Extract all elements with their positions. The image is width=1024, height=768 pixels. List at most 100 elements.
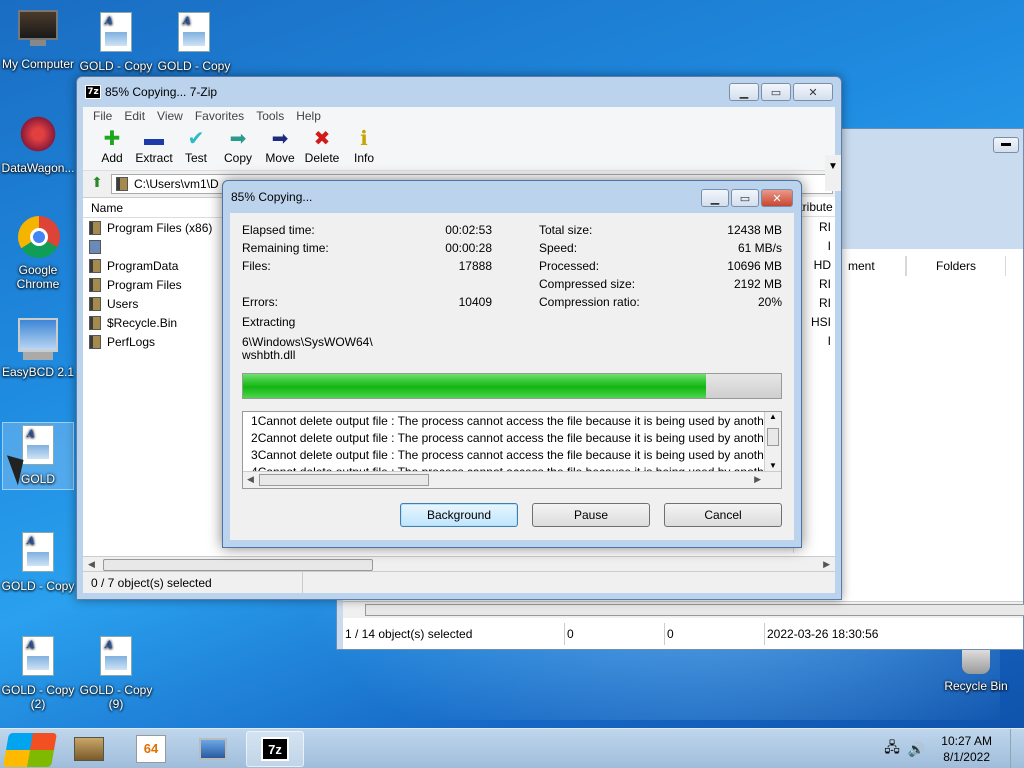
menu-file[interactable]: File — [87, 107, 118, 125]
address-dropdown-arrow[interactable]: ▼ — [825, 155, 841, 191]
minimize-icon: ▁ — [739, 86, 749, 99]
horizontal-scrollbar[interactable]: ◀ ▶ — [243, 471, 781, 488]
scroll-right-icon[interactable]: ▶ — [823, 559, 830, 570]
background-button[interactable]: Background — [400, 503, 518, 527]
volume-icon[interactable]: 🔊 — [908, 741, 925, 758]
folder-icon — [89, 258, 101, 273]
toolbar-test-button[interactable]: ✔ Test — [175, 125, 217, 170]
status-size: 0 — [565, 623, 665, 645]
folder-icon — [89, 220, 101, 235]
desktop-icon-gold-copy-5[interactable]: GOLD - Copy (9) — [78, 634, 154, 711]
desktop-icon-gold-copy-1[interactable]: GOLD - Copy — [78, 10, 154, 73]
toolbar-info-button[interactable]: ℹ Info — [343, 125, 385, 170]
scrollbar-thumb[interactable] — [259, 474, 429, 486]
taskbar-computer-button[interactable] — [184, 731, 242, 767]
clock[interactable]: 10:27 AM 8/1/2022 — [931, 733, 1010, 765]
status-bar: 1 / 14 object(s) selected 0 0 2022-03-26… — [343, 623, 1023, 645]
address-path: C:\Users\vm1\D — [134, 177, 219, 191]
scrollbar-thumb[interactable] — [767, 428, 779, 446]
menu-favorites[interactable]: Favorites — [189, 107, 250, 125]
maximize-button[interactable]: ▭ — [761, 83, 791, 101]
menu-tools[interactable]: Tools — [250, 107, 290, 125]
file-name: ProgramData — [107, 258, 179, 273]
toolbar-label: Info — [353, 151, 374, 165]
dialog-close-button[interactable]: ✕ — [761, 189, 793, 207]
minimize-button[interactable]: ▁ — [729, 83, 759, 101]
toolbar-copy-button[interactable]: ➡ Copy — [217, 125, 259, 170]
scroll-left-icon[interactable]: ◀ — [247, 474, 254, 485]
vertical-scrollbar[interactable]: ▲ ▼ — [764, 412, 781, 472]
computer-app-icon — [199, 738, 227, 760]
menu-view[interactable]: View — [151, 107, 189, 125]
desktop-icon-datawagon[interactable]: DataWagon... — [0, 114, 76, 175]
toolbar-delete-button[interactable]: ✖ Delete — [301, 125, 343, 170]
menu-edit[interactable]: Edit — [118, 107, 151, 125]
dialog-title: 85% Copying... — [231, 190, 313, 204]
desktop-icon-chrome[interactable]: Google Chrome — [0, 216, 76, 291]
minimize-button[interactable]: ▬ — [993, 137, 1019, 153]
files-label: Files: — [242, 259, 271, 273]
system-tray: 🖧 🔊 10:27 AM 8/1/2022 — [884, 729, 1024, 768]
plus-icon: ✚ — [103, 128, 121, 150]
start-button[interactable] — [2, 729, 57, 768]
error-message-row[interactable]: 3 Cannot delete output file : The process… — [243, 446, 781, 463]
title-bar[interactable]: 7z 85% Copying... 7-Zip ▁ ▭ ✕ — [77, 77, 841, 107]
status-packed: 0 — [665, 623, 765, 645]
column-header-folders[interactable]: Folders — [906, 256, 1006, 276]
taskbar-aida64-button[interactable]: 64 — [122, 731, 180, 767]
clock-date: 8/1/2022 — [943, 750, 990, 764]
scroll-right-icon[interactable]: ▶ — [754, 474, 761, 485]
menu-help[interactable]: Help — [290, 107, 327, 125]
error-message-row[interactable]: 2 Cannot delete output file : The process… — [243, 429, 781, 446]
toolbar-move-button[interactable]: ➡ Move — [259, 125, 301, 170]
desktop-icon-gold-copy-2[interactable]: GOLD - Copy — [156, 10, 232, 73]
desktop-icon-label: EasyBCD 2.1 — [1, 365, 75, 379]
errors-value: 10409 — [458, 295, 492, 309]
toolbar-label: Test — [184, 151, 207, 165]
close-button[interactable]: ✕ — [793, 83, 833, 101]
scrollbar-thumb[interactable] — [103, 559, 373, 571]
error-message-row[interactable]: 1 Cannot delete output file : The process… — [243, 412, 781, 429]
desktop-icon-label: GOLD - Copy (9) — [79, 683, 153, 711]
scroll-up-icon[interactable]: ▲ — [765, 412, 781, 421]
toolbar-extract-button[interactable]: ▬ Extract — [133, 125, 175, 170]
horizontal-scrollbar[interactable] — [343, 601, 1024, 618]
dialog-minimize-button[interactable]: ▁ — [701, 189, 729, 207]
scroll-down-icon[interactable]: ▼ — [765, 461, 781, 470]
up-folder-button[interactable]: ⬆ — [87, 174, 107, 194]
column-header-name[interactable]: Name — [83, 198, 223, 217]
progress-dialog[interactable]: 85% Copying... ▁ ▭ ✕ Elapsed time: 00:02… — [222, 180, 802, 548]
compressed-size-value: 2192 MB — [733, 277, 782, 291]
cancel-button[interactable]: Cancel — [664, 503, 782, 527]
document-icon — [18, 532, 58, 576]
desktop-icon-easybcd[interactable]: EasyBCD 2.1 — [0, 318, 76, 379]
speed-label: Speed: — [539, 241, 578, 255]
scroll-left-icon[interactable]: ◀ — [88, 559, 95, 570]
dialog-title-bar[interactable]: 85% Copying... ▁ ▭ ✕ — [223, 181, 801, 213]
toolbar-label: Extract — [135, 151, 173, 165]
taskbar-7zip-button[interactable]: 7z — [246, 731, 304, 767]
status-selection: 0 / 7 object(s) selected — [83, 572, 303, 593]
background-column-headers: ment Folders — [840, 256, 1006, 276]
dialog-maximize-button[interactable]: ▭ — [731, 189, 759, 207]
desktop-icon-label: GOLD - Copy — [1, 579, 75, 593]
pause-button[interactable]: Pause — [532, 503, 650, 527]
progress-bar-fill — [243, 374, 706, 398]
easybcd-icon — [18, 318, 58, 362]
error-message-list[interactable]: 1 Cannot delete output file : The process… — [242, 411, 782, 489]
compressed-size-label: Compressed size: — [539, 277, 636, 291]
desktop-icon-my-computer[interactable]: My Computer — [0, 10, 76, 71]
desktop-icon-label: DataWagon... — [1, 161, 75, 175]
scrollbar-thumb[interactable] — [365, 604, 1024, 616]
column-header-comment[interactable]: ment — [840, 256, 906, 276]
file-name: PerfLogs — [107, 334, 156, 349]
show-desktop-button[interactable] — [1010, 729, 1024, 768]
desktop-icon-recycle-bin[interactable]: Recycle Bin — [936, 646, 1016, 693]
network-tray-icon[interactable]: 🖧 — [884, 737, 900, 761]
aida64-icon: 64 — [136, 735, 166, 763]
taskbar-library-button[interactable] — [60, 731, 118, 767]
document-icon — [174, 12, 214, 56]
desktop-icon-gold-copy-3[interactable]: GOLD - Copy — [0, 530, 76, 593]
toolbar-add-button[interactable]: ✚ Add — [91, 125, 133, 170]
desktop-icon-gold-copy-4[interactable]: GOLD - Copy (2) — [0, 634, 76, 711]
